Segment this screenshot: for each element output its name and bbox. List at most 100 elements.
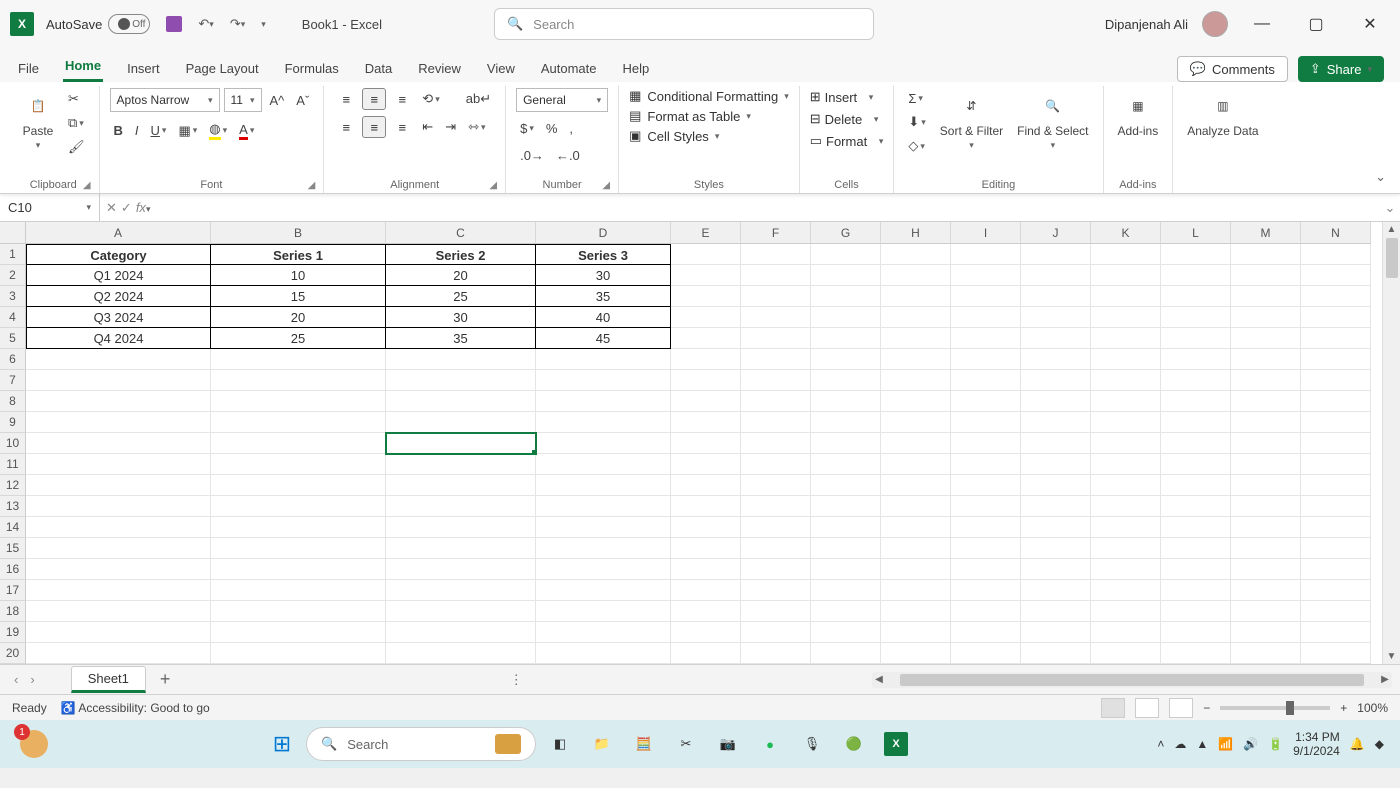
clipboard-dialog-launcher[interactable]: ◢ bbox=[83, 180, 91, 191]
cell-H20[interactable] bbox=[881, 643, 951, 664]
cell-M16[interactable] bbox=[1231, 559, 1301, 580]
tab-review[interactable]: Review bbox=[416, 55, 463, 82]
cell-N12[interactable] bbox=[1301, 475, 1371, 496]
tray-chevron[interactable]: ˄ bbox=[1157, 737, 1164, 751]
col-header-I[interactable]: I bbox=[951, 222, 1021, 244]
row-header-6[interactable]: 6 bbox=[0, 349, 26, 370]
cell-F16[interactable] bbox=[741, 559, 811, 580]
expand-formula-bar[interactable]: ⌄ bbox=[1380, 200, 1400, 216]
cell-A7[interactable] bbox=[26, 370, 211, 391]
cell-K15[interactable] bbox=[1091, 538, 1161, 559]
cell-B17[interactable] bbox=[211, 580, 386, 601]
zoom-slider[interactable] bbox=[1220, 706, 1330, 710]
cell-E1[interactable] bbox=[671, 244, 741, 265]
cell-E14[interactable] bbox=[671, 517, 741, 538]
cell-A19[interactable] bbox=[26, 622, 211, 643]
cell-F19[interactable] bbox=[741, 622, 811, 643]
cell-L1[interactable] bbox=[1161, 244, 1231, 265]
cell-D17[interactable] bbox=[536, 580, 671, 601]
cell-D2[interactable]: 30 bbox=[536, 265, 671, 286]
cell-D14[interactable] bbox=[536, 517, 671, 538]
cell-B20[interactable] bbox=[211, 643, 386, 664]
cell-G11[interactable] bbox=[811, 454, 881, 475]
cell-G3[interactable] bbox=[811, 286, 881, 307]
autosave-toggle[interactable]: AutoSave Off bbox=[46, 14, 150, 34]
cell-E8[interactable] bbox=[671, 391, 741, 412]
cell-M17[interactable] bbox=[1231, 580, 1301, 601]
cell-J19[interactable] bbox=[1021, 622, 1091, 643]
cell-L2[interactable] bbox=[1161, 265, 1231, 286]
cell-G9[interactable] bbox=[811, 412, 881, 433]
add-sheet-button[interactable]: + bbox=[160, 669, 171, 690]
percent-format-button[interactable]: % bbox=[542, 118, 562, 139]
cell-N8[interactable] bbox=[1301, 391, 1371, 412]
sheet-tabs-options[interactable]: ⋮ bbox=[510, 672, 523, 688]
cell-B11[interactable] bbox=[211, 454, 386, 475]
taskbar-search[interactable]: 🔍Search bbox=[306, 727, 536, 761]
cell-A8[interactable] bbox=[26, 391, 211, 412]
cell-I4[interactable] bbox=[951, 307, 1021, 328]
cell-K12[interactable] bbox=[1091, 475, 1161, 496]
cell-E15[interactable] bbox=[671, 538, 741, 559]
cell-I18[interactable] bbox=[951, 601, 1021, 622]
addins-button[interactable]: ▦Add-ins bbox=[1114, 88, 1163, 140]
cell-M20[interactable] bbox=[1231, 643, 1301, 664]
increase-indent-button[interactable]: ⇥ bbox=[441, 116, 460, 138]
tab-formulas[interactable]: Formulas bbox=[283, 55, 341, 82]
cell-D1[interactable]: Series 3 bbox=[536, 244, 671, 265]
wrap-text-button[interactable]: ab↵ bbox=[462, 88, 495, 110]
cell-N6[interactable] bbox=[1301, 349, 1371, 370]
cell-E17[interactable] bbox=[671, 580, 741, 601]
cell-F20[interactable] bbox=[741, 643, 811, 664]
tab-insert[interactable]: Insert bbox=[125, 55, 162, 82]
cell-E6[interactable] bbox=[671, 349, 741, 370]
cell-H16[interactable] bbox=[881, 559, 951, 580]
cell-F3[interactable] bbox=[741, 286, 811, 307]
format-cells-button[interactable]: ▭Format ▾ bbox=[810, 132, 884, 150]
cell-L9[interactable] bbox=[1161, 412, 1231, 433]
row-header-12[interactable]: 12 bbox=[0, 475, 26, 496]
cell-A12[interactable] bbox=[26, 475, 211, 496]
cell-C1[interactable]: Series 2 bbox=[386, 244, 536, 265]
cell-J1[interactable] bbox=[1021, 244, 1091, 265]
cell-A18[interactable] bbox=[26, 601, 211, 622]
increase-decimal-button[interactable]: .0→ bbox=[516, 145, 548, 166]
cell-C7[interactable] bbox=[386, 370, 536, 391]
cell-F4[interactable] bbox=[741, 307, 811, 328]
cell-B13[interactable] bbox=[211, 496, 386, 517]
selected-cell[interactable] bbox=[386, 433, 536, 454]
cell-J3[interactable] bbox=[1021, 286, 1091, 307]
row-header-20[interactable]: 20 bbox=[0, 643, 26, 664]
align-dialog-launcher[interactable]: ◢ bbox=[489, 180, 497, 191]
cell-M13[interactable] bbox=[1231, 496, 1301, 517]
row-header-5[interactable]: 5 bbox=[0, 328, 26, 349]
row-header-16[interactable]: 16 bbox=[0, 559, 26, 580]
cell-H12[interactable] bbox=[881, 475, 951, 496]
tray-wifi-icon[interactable]: 📶 bbox=[1218, 737, 1233, 751]
analyze-data-button[interactable]: ▥Analyze Data bbox=[1183, 88, 1262, 140]
cell-K20[interactable] bbox=[1091, 643, 1161, 664]
col-header-D[interactable]: D bbox=[536, 222, 671, 244]
cell-D8[interactable] bbox=[536, 391, 671, 412]
comments-button[interactable]: 💬 Comments bbox=[1177, 56, 1288, 82]
cell-A15[interactable] bbox=[26, 538, 211, 559]
system-clock[interactable]: 1:34 PM 9/1/2024 bbox=[1293, 730, 1340, 759]
cell-E5[interactable] bbox=[671, 328, 741, 349]
find-select-button[interactable]: 🔍Find & Select▾ bbox=[1013, 88, 1092, 153]
col-header-L[interactable]: L bbox=[1161, 222, 1231, 244]
autosum-button[interactable]: Σ▾ bbox=[904, 88, 929, 109]
cell-F1[interactable] bbox=[741, 244, 811, 265]
cell-I7[interactable] bbox=[951, 370, 1021, 391]
cell-L15[interactable] bbox=[1161, 538, 1231, 559]
taskbar-explorer[interactable]: 📁 bbox=[584, 726, 620, 762]
cell-J18[interactable] bbox=[1021, 601, 1091, 622]
cell-L7[interactable] bbox=[1161, 370, 1231, 391]
fill-color-button[interactable]: ◍▾ bbox=[205, 118, 231, 143]
collapse-ribbon-button[interactable]: ⌄ bbox=[1375, 169, 1386, 185]
cell-G4[interactable] bbox=[811, 307, 881, 328]
cell-D6[interactable] bbox=[536, 349, 671, 370]
tray-onedrive-icon[interactable]: ▲ bbox=[1196, 737, 1208, 751]
cell-K9[interactable] bbox=[1091, 412, 1161, 433]
zoom-in-button[interactable]: + bbox=[1340, 701, 1347, 715]
decrease-font-button[interactable]: Aˇ bbox=[292, 90, 313, 111]
